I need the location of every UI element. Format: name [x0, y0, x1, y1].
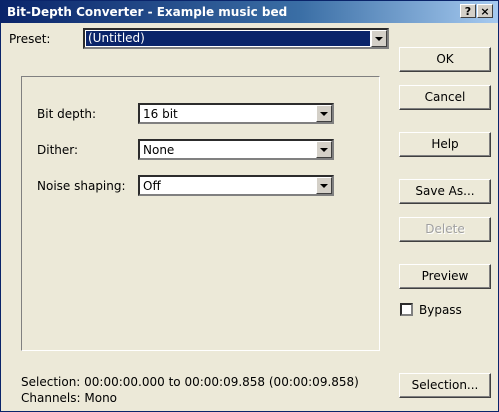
bit-depth-label: Bit depth:: [37, 107, 97, 121]
chevron-down-icon[interactable]: [316, 141, 332, 158]
noise-shaping-dropdown[interactable]: Off: [138, 175, 334, 196]
dither-value: None: [143, 143, 175, 157]
close-icon[interactable]: ×: [477, 4, 493, 18]
ok-button[interactable]: OK: [399, 47, 491, 72]
chevron-down-icon[interactable]: [316, 105, 332, 122]
help-icon[interactable]: ?: [460, 4, 476, 18]
noise-shaping-label: Noise shaping:: [37, 179, 126, 193]
help-button[interactable]: Help: [399, 132, 491, 157]
chevron-down-icon[interactable]: [316, 177, 332, 194]
delete-button[interactable]: Delete: [399, 217, 491, 242]
dither-label: Dither:: [37, 143, 79, 157]
bypass-label[interactable]: Bypass: [419, 303, 462, 317]
preview-button[interactable]: Preview: [399, 264, 491, 289]
preset-value: (Untitled): [86, 31, 370, 46]
window-title: Bit-Depth Converter - Example music bed: [7, 5, 288, 19]
cancel-button[interactable]: Cancel: [399, 85, 491, 110]
bit-depth-dropdown[interactable]: 16 bit: [138, 103, 334, 124]
title-bar[interactable]: Bit-Depth Converter - Example music bed …: [1, 1, 498, 23]
bypass-checkbox[interactable]: [400, 303, 413, 316]
preset-dropdown[interactable]: (Untitled): [83, 28, 389, 49]
noise-shaping-value: Off: [143, 179, 161, 193]
preset-label: Preset:: [9, 32, 51, 46]
chevron-down-icon[interactable]: [371, 30, 387, 47]
selection-button[interactable]: Selection...: [399, 373, 491, 398]
save-as-button[interactable]: Save As...: [399, 179, 491, 204]
dither-dropdown[interactable]: None: [138, 139, 334, 160]
bit-depth-value: 16 bit: [143, 107, 178, 121]
selection-info: Selection: 00:00:00.000 to 00:00:09.858 …: [21, 375, 359, 389]
bit-depth-converter-dialog: Bit-Depth Converter - Example music bed …: [0, 0, 499, 412]
channels-info: Channels: Mono: [21, 391, 118, 405]
